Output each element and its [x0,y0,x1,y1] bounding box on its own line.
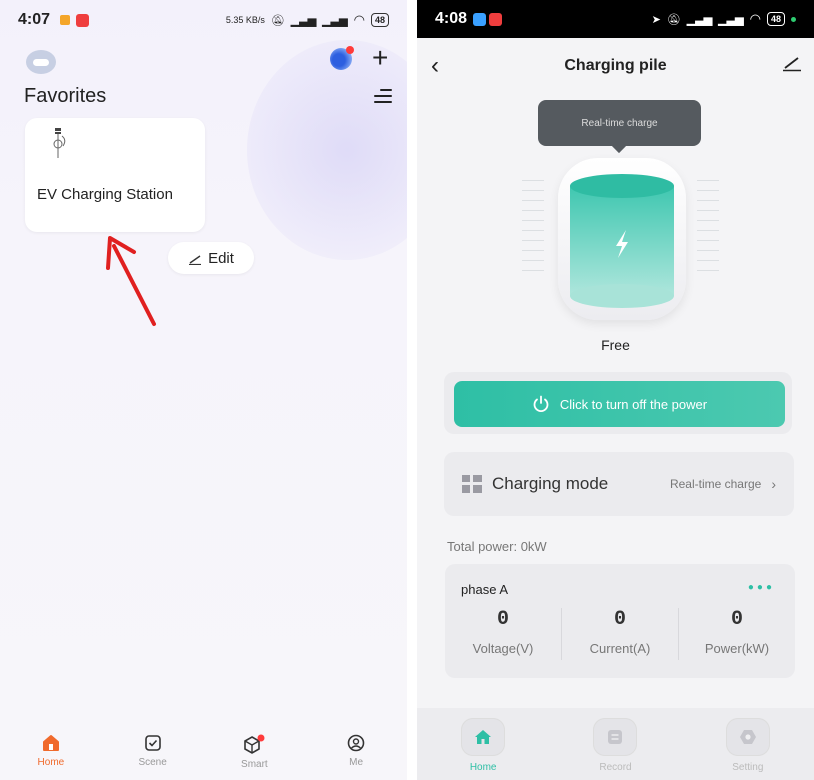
status-bar: 4:07 5.35 KB/s 🔕︎ ▁▃▅ ▁▃▅ ◠ 48 [0,0,407,40]
status-time: 4:08 [435,10,468,27]
power-label: Power(kW) [704,641,770,656]
voltage-label: Voltage(V) [472,641,534,656]
current-label: Current(A) [589,641,651,656]
power-toggle-button[interactable]: Click to turn off the power [454,381,785,427]
status-bar: 4:08 ➤ 🔕︎ ▁▃▅ ▁▃▅ ◠ 48 [417,0,814,38]
checkbox-icon [144,735,161,751]
tab-smart[interactable]: Smart [204,728,306,780]
signal-icon-2: ▁▃▅ [718,13,744,26]
level-ticks-right [697,180,719,280]
app-notification-icon-2 [489,12,503,26]
back-icon[interactable]: ‹ [431,52,439,80]
tab-label: Smart [241,759,268,770]
device-name: EV Charging Station [37,186,173,203]
tooltip-text: Real-time charge [581,117,658,129]
setting-tab-button[interactable] [725,718,770,756]
tab-scene[interactable]: Scene [102,728,204,780]
status-indicators: ➤ 🔕︎ ▁▃▅ ▁▃▅ ◠ 48 [652,11,796,27]
charging-mode-row[interactable]: Charging mode Real-time charge › [444,452,794,516]
setting-icon [739,730,756,744]
play-notification-icon [60,15,71,25]
device-card[interactable]: EV Charging Station [25,118,205,232]
tab-label: Setting [732,762,764,773]
charge-level-cylinder [558,158,686,320]
phase-card: phase A ●●● 0 Voltage(V) 0 Current(A) 0 … [445,564,795,678]
battery-cylinder-icon [570,174,674,308]
green-dot-icon [791,16,796,22]
wifi-icon: ◠ [353,12,365,27]
grid-icon [462,475,482,493]
location-icon: ➤ [651,13,661,26]
power-icon [533,395,549,413]
metric-voltage: 0 Voltage(V) [445,608,561,656]
metric-power: 0 Power(kW) [679,608,795,656]
app-notification-icon [473,12,487,26]
record-icon [608,730,623,744]
tab-home[interactable]: Home [0,728,102,780]
level-ticks-left [522,180,544,280]
tab-label: Home [37,757,65,768]
signal-icon: ▁▃▅ [290,14,317,27]
profile-icon [347,734,365,752]
tab-me[interactable]: Me [305,728,407,780]
mute-icon: 🔕︎ [666,13,681,26]
signal-icon-2: ▁▃▅ [322,14,348,27]
metric-current: 0 Current(A) [562,608,678,656]
page-title: Charging pile [564,57,667,74]
wifi-icon: ◠ [749,11,761,26]
signal-icon: ▁▃▅ [686,13,713,26]
pencil-icon [189,255,202,265]
tab-label: Me [349,757,364,768]
voltage-value: 0 [496,608,509,631]
add-device-icon[interactable]: + [372,44,388,72]
bottom-tab-bar: Home Record Setting [417,708,814,780]
smart-cube-icon [244,734,265,754]
power-value: 0 [730,608,743,631]
right-phone-screen: 4:08 ➤ 🔕︎ ▁▃▅ ▁▃▅ ◠ 48 ‹ Charging pile R… [417,0,814,780]
edit-pencil-icon[interactable] [782,52,802,72]
power-button-label: Click to turn off the power [559,396,708,412]
battery-indicator: 48 [766,12,785,26]
charging-mode-label: Charging mode [492,474,609,493]
charging-mode-value: Real-time charge [669,477,762,491]
phase-name: phase A [461,582,508,597]
status-time: 4:07 [18,11,51,28]
tab-label: Home [469,762,497,773]
avatar[interactable] [26,50,56,74]
sort-menu-icon[interactable] [374,88,392,104]
charger-state: Free [601,337,630,353]
app-notification-icon [76,13,90,27]
left-phone-screen: 4:07 5.35 KB/s 🔕︎ ▁▃▅ ▁▃▅ ◠ 48 + Favorit… [0,0,407,780]
notification-dot [346,46,354,54]
page-title: Favorites [24,85,107,107]
tab-home[interactable]: Home [417,708,549,780]
current-value: 0 [613,608,626,631]
chevron-right-icon: › [771,476,776,492]
bottom-tab-bar: Home Scene Smart Me [0,728,407,780]
more-options-icon[interactable]: ●●● [748,582,775,593]
edit-label: Edit [208,249,234,267]
battery-indicator: 48 [370,13,389,27]
tab-label: Scene [138,757,167,768]
network-speed: 5.35 KB/s [225,15,265,25]
mute-icon: 🔕︎ [270,14,285,27]
edit-button[interactable]: Edit [168,242,254,274]
home-icon [475,730,492,744]
status-indicators: 5.35 KB/s 🔕︎ ▁▃▅ ▁▃▅ ◠ 48 [226,12,389,28]
header: ‹ Charging pile [417,38,814,94]
tab-label: Record [599,762,632,773]
ev-charger-icon [53,128,66,158]
total-power: Total power: 0kW [447,539,547,554]
annotation-arrow-icon [106,236,156,326]
tab-setting[interactable]: Setting [682,708,814,780]
tab-record[interactable]: Record [549,708,681,780]
charge-mode-tooltip: Real-time charge [538,100,701,146]
home-icon [42,735,59,751]
background-decoration [247,40,407,260]
home-tab-button[interactable] [461,718,506,756]
record-tab-button[interactable] [593,718,638,756]
